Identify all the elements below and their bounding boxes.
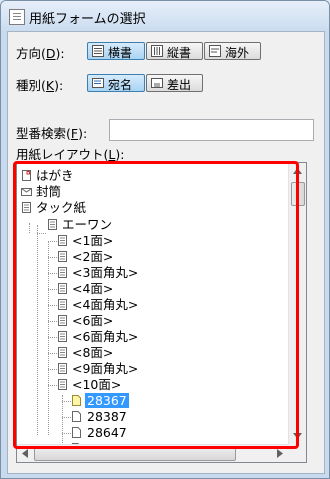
label-sheet-icon (58, 379, 67, 390)
vertical-writing-icon (151, 45, 163, 57)
page-icon (72, 411, 81, 422)
page-icon-yellow (72, 395, 81, 406)
scroll-corner (289, 445, 306, 462)
orientation-horizontal-button[interactable]: 横書 (87, 42, 145, 60)
tree-guide (62, 417, 71, 418)
tree-item-aone[interactable]: エーワン (41, 217, 112, 233)
horizontal-scroll-thumb[interactable] (34, 447, 236, 461)
tree-guide (37, 225, 38, 435)
tree-item-layout[interactable]: <2面> (57, 249, 113, 265)
label-sheet-icon (58, 299, 67, 310)
tree-guide (48, 241, 49, 435)
label-sheet-icon (58, 331, 67, 342)
tree-item-layout[interactable]: <3面角丸> (57, 265, 138, 281)
tree-guide (48, 337, 57, 338)
label-sheet-icon (58, 315, 67, 326)
scroll-left-icon[interactable] (22, 449, 28, 458)
postcard-icon (22, 170, 31, 181)
tree-horizontal-scrollbar[interactable] (17, 444, 289, 462)
tree-item-layout[interactable]: <8面> (57, 345, 113, 361)
tree-guide (48, 305, 57, 306)
tree-guide (48, 321, 57, 322)
app-icon (9, 9, 25, 25)
tree-item-layout[interactable]: <10面> (57, 377, 121, 393)
tree-guide (62, 433, 71, 434)
envelope-icon (21, 188, 32, 196)
search-input[interactable] (109, 119, 314, 141)
tree-item-layout[interactable]: <6面角丸> (57, 329, 138, 345)
tree-vertical-scrollbar[interactable] (288, 163, 306, 446)
orientation-overseas-button[interactable]: 海外 (204, 42, 261, 60)
kind-address-button[interactable]: 宛名 (87, 74, 145, 92)
dialog-window: 用紙フォームの選択 方向(D): 横書 縦書 海外 種別(K): 宛名 差出 型… (0, 0, 330, 479)
scroll-up-icon[interactable] (293, 168, 302, 174)
tree-guide (37, 233, 46, 234)
title-bar[interactable]: 用紙フォームの選択 (1, 1, 329, 31)
label-sheet-icon (58, 235, 67, 246)
sender-card-icon (151, 78, 163, 88)
tree-item-postcard[interactable]: はがき (21, 168, 74, 184)
vertical-scroll-thumb[interactable] (291, 182, 305, 206)
tree-item-model[interactable]: 28647 (71, 425, 127, 441)
tree-guide (48, 385, 57, 386)
label-sheet-icon (22, 202, 31, 213)
tree-item-layout[interactable]: <6面> (57, 313, 113, 329)
tree-item-layout[interactable]: <1面> (57, 233, 113, 249)
tree-item-model-selected[interactable]: 28367 (71, 393, 129, 409)
tree-guide (48, 273, 57, 274)
page-icon (72, 427, 81, 438)
orientation-label: 方向(D): (16, 46, 65, 61)
overseas-icon (209, 45, 221, 57)
tree-item-layout[interactable]: <9面角丸> (57, 361, 138, 377)
tree-item-label-sheet[interactable]: タック紙 (21, 200, 86, 216)
scroll-down-icon[interactable] (293, 433, 302, 439)
orientation-vertical-button[interactable]: 縦書 (146, 42, 203, 60)
label-sheet-icon (58, 363, 67, 374)
tree-guide (48, 257, 57, 258)
tree-item-layout[interactable]: <4面> (57, 281, 113, 297)
window-title: 用紙フォームの選択 (29, 12, 146, 27)
dialog-client: 方向(D): 横書 縦書 海外 種別(K): 宛名 差出 型番検索(F): 用紙… (7, 31, 325, 474)
kind-label: 種別(K): (16, 78, 64, 93)
horizontal-writing-icon (92, 45, 104, 57)
tree-guide (48, 289, 57, 290)
tree-guide (48, 369, 57, 370)
layout-tree[interactable]: はがき 封筒 タック紙 エーワン <1面> <2面> <3面角丸> <4面> <… (16, 162, 307, 463)
tree-item-envelope[interactable]: 封筒 (21, 184, 61, 200)
label-sheet-icon (58, 347, 67, 358)
label-sheet-icon (58, 283, 67, 294)
tree-guide (48, 353, 57, 354)
scroll-right-icon[interactable] (277, 449, 283, 458)
label-sheet-icon (58, 251, 67, 262)
tree-guide (62, 401, 71, 402)
label-sheet-icon (58, 267, 67, 278)
tree-item-layout[interactable]: <4面角丸> (57, 297, 138, 313)
tree-item-model[interactable]: 28387 (71, 409, 127, 425)
layout-label: 用紙レイアウト(L): (16, 147, 125, 162)
kind-sender-button[interactable]: 差出 (146, 74, 203, 92)
label-sheet-icon (48, 219, 57, 230)
tree-guide (29, 223, 30, 233)
address-card-icon (92, 78, 104, 88)
search-label: 型番検索(F): (16, 126, 88, 141)
tree-guide (48, 241, 57, 242)
